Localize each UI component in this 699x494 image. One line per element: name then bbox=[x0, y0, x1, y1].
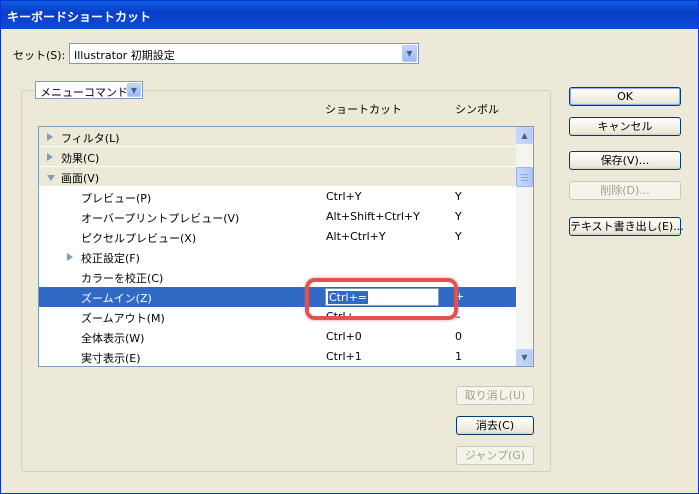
scroll-down-icon[interactable]: ▼ bbox=[516, 349, 533, 366]
command-row[interactable]: 実寸表示(E) Ctrl+1 1 bbox=[39, 347, 517, 366]
category-row[interactable]: 画面(V) bbox=[39, 167, 517, 187]
triangle-down-icon[interactable] bbox=[47, 175, 55, 181]
chevron-down-icon[interactable]: ▼ bbox=[402, 45, 417, 62]
ok-button[interactable]: OK bbox=[569, 87, 681, 106]
set-select[interactable]: Illustrator 初期設定 ▼ bbox=[69, 43, 419, 64]
scroll-thumb[interactable] bbox=[516, 167, 533, 187]
shortcut-value: Ctrl+0 bbox=[326, 330, 362, 343]
category-row[interactable]: フィルタ(L) bbox=[39, 127, 517, 147]
command-name: プレビュー(P) bbox=[81, 192, 152, 205]
command-name: ズームイン(Z) bbox=[81, 292, 152, 305]
column-header-shortcut: ショートカット bbox=[325, 103, 402, 116]
command-name: 実寸表示(E) bbox=[81, 352, 141, 365]
command-name: 校正設定(F) bbox=[81, 252, 140, 265]
shortcut-value: Alt+Ctrl+Y bbox=[326, 230, 386, 243]
jump-button[interactable]: ジャンプ(G) bbox=[456, 446, 534, 465]
set-select-value: Illustrator 初期設定 bbox=[74, 49, 175, 62]
category-row[interactable]: 効果(C) bbox=[39, 147, 517, 167]
column-header-symbol: シンボル bbox=[455, 103, 499, 116]
symbol-value: Y bbox=[455, 210, 462, 223]
shortcut-list[interactable]: フィルタ(L) 効果(C) 画面(V) プレビュー(P) Ctrl+Y Y オーバープリント… bbox=[38, 126, 534, 367]
clear-button[interactable]: 消去(C) bbox=[456, 416, 534, 435]
command-row[interactable]: ピクセルプレビュー(X) Alt+Ctrl+Y Y bbox=[39, 227, 517, 247]
chevron-down-icon[interactable]: ▼ bbox=[127, 83, 141, 97]
vertical-scrollbar[interactable]: ▲ ▼ bbox=[516, 127, 533, 366]
delete-button[interactable]: 削除(D)... bbox=[569, 181, 681, 200]
command-row[interactable]: プレビュー(P) Ctrl+Y Y bbox=[39, 187, 517, 207]
command-type-value: メニューコマンド bbox=[40, 86, 128, 99]
save-button[interactable]: 保存(V)... bbox=[569, 151, 681, 170]
window-title: キーボードショートカット bbox=[7, 10, 152, 24]
shortcut-value: Ctrl+Y bbox=[326, 190, 362, 203]
command-type-select[interactable]: メニューコマンド ▼ bbox=[35, 81, 143, 99]
shortcut-value: Alt+Shift+Ctrl+Y bbox=[326, 210, 420, 223]
undo-button[interactable]: 取り消し(U) bbox=[456, 386, 534, 405]
command-name: ズームアウト(M) bbox=[81, 312, 165, 325]
command-name: フィルタ(L) bbox=[61, 132, 120, 145]
symbol-value: 1 bbox=[455, 350, 462, 363]
command-row[interactable]: 全体表示(W) Ctrl+0 0 bbox=[39, 327, 517, 347]
scroll-up-icon[interactable]: ▲ bbox=[516, 127, 533, 144]
command-name: 全体表示(W) bbox=[81, 332, 145, 345]
triangle-right-icon[interactable] bbox=[47, 153, 53, 161]
symbol-value: 0 bbox=[455, 330, 462, 343]
highlight-callout bbox=[305, 278, 458, 320]
command-row[interactable]: 校正設定(F) bbox=[39, 247, 517, 267]
command-name: カラーを校正(C) bbox=[81, 272, 164, 285]
triangle-right-icon[interactable] bbox=[67, 253, 73, 261]
symbol-value: Y bbox=[455, 190, 462, 203]
shortcut-value: Ctrl+1 bbox=[326, 350, 362, 363]
command-name: ピクセルプレビュー(X) bbox=[81, 232, 197, 245]
export-text-button[interactable]: テキスト書き出し(E)... bbox=[569, 217, 684, 236]
cancel-button[interactable]: キャンセル bbox=[569, 117, 681, 136]
command-name: 効果(C) bbox=[61, 152, 100, 165]
command-name: 画面(V) bbox=[61, 172, 100, 185]
triangle-right-icon[interactable] bbox=[47, 133, 53, 141]
keyboard-shortcuts-dialog: キーボードショートカット セット(S): Illustrator 初期設定 ▼ … bbox=[0, 0, 699, 494]
set-label: セット(S): bbox=[13, 49, 66, 62]
command-name: オーバープリントプレビュー(V) bbox=[81, 212, 240, 225]
command-row[interactable]: オーバープリントプレビュー(V) Alt+Shift+Ctrl+Y Y bbox=[39, 207, 517, 227]
symbol-value: Y bbox=[455, 230, 462, 243]
title-bar[interactable]: キーボードショートカット bbox=[1, 1, 698, 29]
